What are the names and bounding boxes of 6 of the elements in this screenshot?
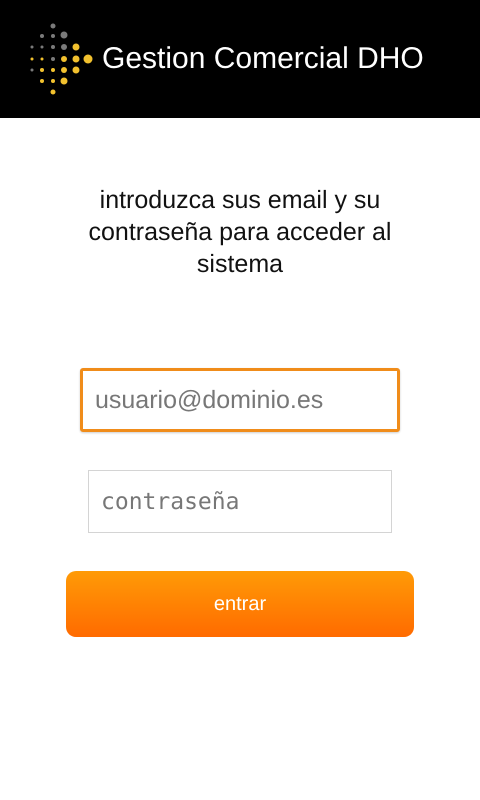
app-title: Gestion Comercial DHO (102, 42, 424, 76)
email-field[interactable]: usuario@dominio.es (80, 368, 400, 432)
login-button[interactable]: entrar (66, 571, 414, 637)
password-field[interactable]: contraseña (88, 470, 392, 533)
instructions-text: introduzca sus email y su contraseña para acceder al sistema (88, 185, 392, 280)
logo-icon (28, 22, 94, 96)
